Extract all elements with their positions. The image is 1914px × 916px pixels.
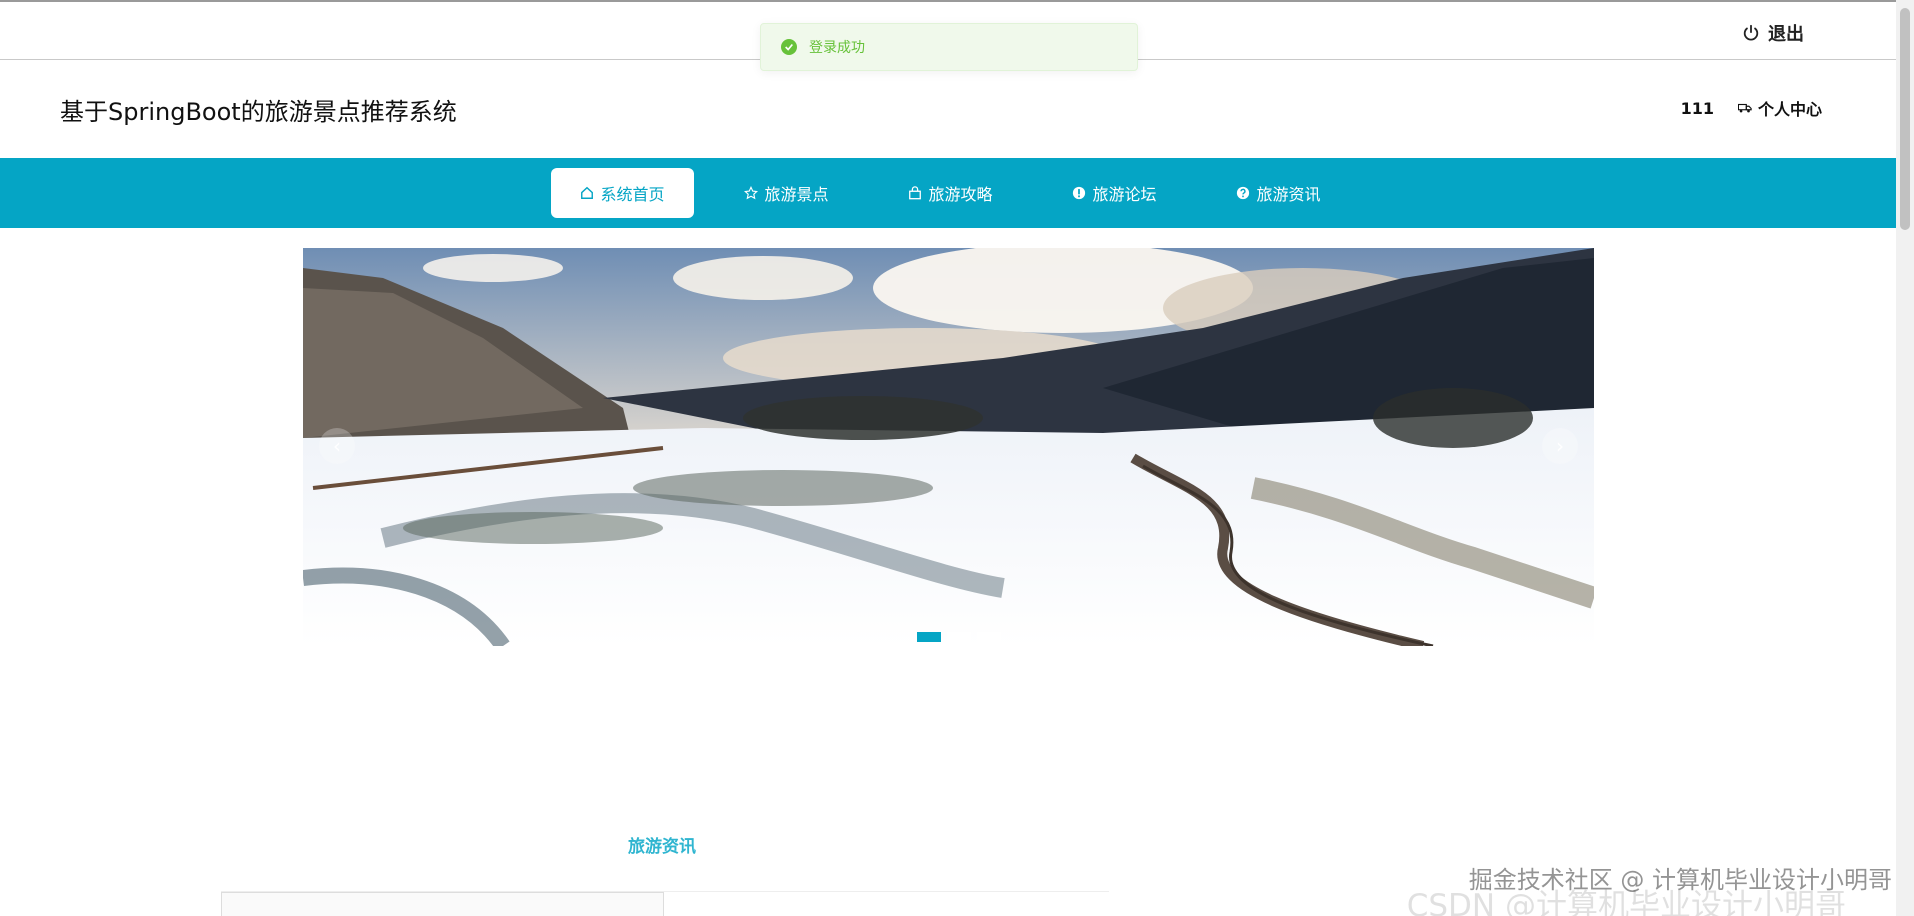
nav-item-news[interactable]: 旅游资讯	[1207, 168, 1350, 218]
nav-item-guides[interactable]: 旅游攻略	[879, 168, 1022, 218]
bag-icon	[909, 186, 922, 200]
site-header: 基于SpringBoot的旅游景点推荐系统 111 个人中心	[0, 60, 1896, 158]
scrollbar-thumb[interactable]	[1900, 8, 1910, 230]
watermark: CSDN @计算机毕业设计小明哥 掘金技术社区 @ 计算机毕业设计小明哥	[1407, 860, 1892, 916]
vertical-scrollbar[interactable]	[1896, 0, 1914, 916]
nav-item-home[interactable]: 系统首页	[551, 168, 694, 218]
username: 111	[1680, 98, 1714, 118]
star-icon	[744, 186, 759, 200]
logout-button[interactable]: 退出	[1742, 20, 1804, 46]
news-section-title: 旅游资讯	[628, 837, 696, 857]
carousel-indicators	[917, 632, 1001, 642]
logout-label: 退出	[1768, 24, 1804, 45]
news-image-placeholder	[221, 892, 664, 916]
news-card[interactable]	[221, 891, 1109, 916]
carousel-next-button[interactable]: ›	[1542, 428, 1578, 464]
carousel-dot[interactable]	[947, 632, 971, 642]
nav-item-attractions[interactable]: 旅游景点	[715, 168, 858, 218]
carousel-prev-button[interactable]: ‹	[319, 428, 355, 464]
truck-icon	[1737, 103, 1752, 113]
alert-circle-icon	[1073, 186, 1086, 200]
nav-item-label: 旅游资讯	[1256, 185, 1321, 204]
personal-center-label: 个人中心	[1757, 100, 1822, 119]
question-circle-icon	[1237, 186, 1250, 200]
nav-item-label: 旅游景点	[764, 185, 829, 204]
main-nav: 系统首页 旅游景点 旅游攻略 旅游论坛 旅游资讯	[0, 158, 1896, 228]
banner-image	[303, 248, 1594, 646]
carousel-dot[interactable]	[977, 632, 1001, 642]
watermark-csdn: CSDN @计算机毕业设计小明哥	[1406, 888, 1846, 916]
nav-item-label: 旅游攻略	[928, 185, 993, 204]
nav-item-label: 旅游论坛	[1092, 185, 1157, 204]
nav-item-forum[interactable]: 旅游论坛	[1043, 168, 1186, 218]
home-icon	[581, 186, 594, 199]
banner-carousel: ‹ ›	[303, 248, 1594, 646]
power-icon	[1743, 24, 1759, 41]
site-title: 基于SpringBoot的旅游景点推荐系统	[60, 98, 457, 126]
user-area: 111 个人中心	[1681, 96, 1822, 120]
carousel-dot[interactable]	[917, 632, 941, 642]
check-circle-icon	[781, 39, 797, 55]
nav-item-label: 系统首页	[600, 185, 665, 204]
personal-center-link[interactable]: 个人中心	[1737, 96, 1822, 120]
toast-message: 登录成功	[809, 40, 865, 56]
